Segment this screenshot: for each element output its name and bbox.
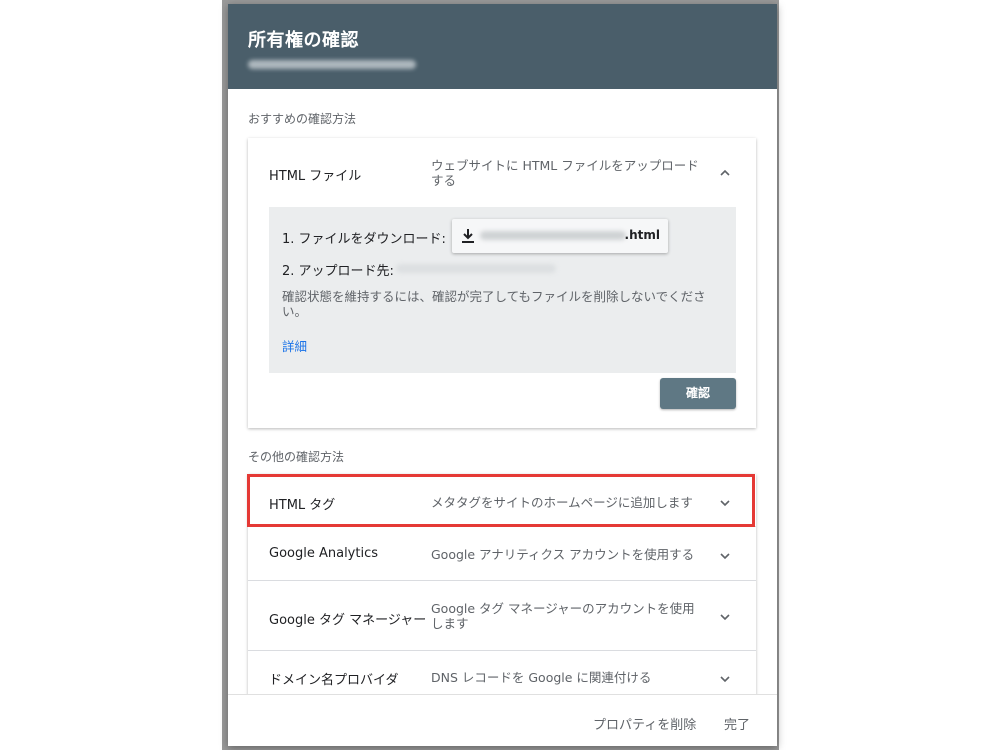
- other-method-description: Google タグ マネージャーのアカウントを使用します: [431, 601, 695, 631]
- other-method-tag-manager[interactable]: Google タグ マネージャー Google タグ マネージャーのアカウントを…: [248, 581, 756, 651]
- verify-ownership-dialog: 所有権の確認 おすすめの確認方法 HTML ファイル ウェブサイトに HTML …: [228, 4, 777, 746]
- other-method-google-analytics[interactable]: Google Analytics Google アナリティクス アカウントを使用…: [248, 527, 756, 581]
- download-filename-redacted: [480, 231, 626, 240]
- confirm-button[interactable]: 確認: [660, 378, 736, 409]
- keep-file-note: 確認状態を維持するには、確認が完了してもファイルを削除しないでください。: [282, 289, 706, 319]
- other-method-title: Google タグ マネージャー: [269, 613, 427, 628]
- chevron-up-icon[interactable]: [717, 165, 733, 181]
- property-url-redacted: [248, 60, 416, 69]
- other-method-description: DNS レコードを Google に関連付ける: [431, 670, 652, 685]
- chevron-down-icon[interactable]: [717, 609, 733, 625]
- dialog-footer: プロパティを削除 完了: [228, 694, 777, 746]
- dialog-header: 所有権の確認: [228, 4, 777, 89]
- html-file-instructions: 1. ファイルをダウンロード: .html 2. アップロード先: 確認状態を維…: [269, 207, 736, 373]
- highlight-box: [247, 474, 755, 527]
- step1-label: 1. ファイルをダウンロード:: [282, 232, 446, 247]
- other-section-label: その他の確認方法: [248, 450, 345, 464]
- upload-destination-redacted: [396, 264, 556, 273]
- other-method-description: Google アナリティクス アカウントを使用する: [431, 547, 695, 562]
- chevron-down-icon[interactable]: [717, 548, 733, 564]
- details-link[interactable]: 詳細: [282, 336, 307, 355]
- html-file-method-description: ウェブサイトに HTML ファイルをアップロードする: [431, 158, 699, 188]
- download-file-button[interactable]: .html: [452, 219, 668, 253]
- html-file-method-header[interactable]: HTML ファイル ウェブサイトに HTML ファイルをアップロードする: [248, 138, 756, 204]
- download-filename: .html: [624, 228, 660, 242]
- done-button[interactable]: 完了: [724, 714, 750, 733]
- remove-property-button[interactable]: プロパティを削除: [593, 714, 696, 733]
- chevron-down-icon[interactable]: [717, 671, 733, 687]
- html-file-method-title: HTML ファイル: [269, 169, 362, 184]
- step2-label: 2. アップロード先:: [282, 264, 394, 279]
- other-method-title: Google Analytics: [269, 546, 379, 561]
- other-method-title: ドメイン名プロバイダ: [269, 673, 399, 688]
- download-icon: [462, 229, 474, 243]
- dialog-title: 所有権の確認: [248, 30, 359, 51]
- html-file-method-card: HTML ファイル ウェブサイトに HTML ファイルをアップロードする 1. …: [248, 138, 756, 428]
- recommended-section-label: おすすめの確認方法: [248, 112, 357, 126]
